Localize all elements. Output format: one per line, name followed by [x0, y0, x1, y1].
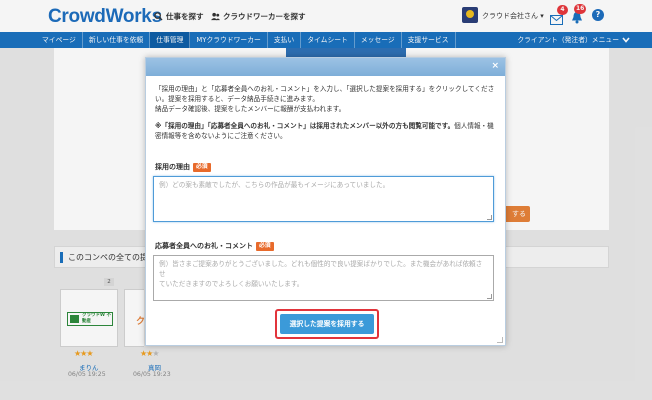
required-badge: 必須 — [193, 162, 211, 172]
adopt-proposal-button[interactable]: 選択した提案を採用する — [280, 314, 374, 334]
instruction-line: 納品データ確認後、提案をしたメンバーに報酬が支払われます。 — [155, 105, 346, 113]
resize-handle[interactable] — [487, 294, 492, 299]
thanks-label-text: 応募者全員へのお礼・コメント — [155, 242, 253, 250]
instruction-line: 「採用の理由」と「応募者全員へのお礼・コメント」を入力し、「選択した提案を採用す… — [155, 85, 495, 93]
privacy-note-text: 個人情報・機 — [454, 122, 494, 130]
thanks-placeholder: 例）皆さまご提案ありがとうございました。どれも個性的で良い提案ばかりでした。また… — [159, 260, 483, 278]
thanks-placeholder: ていただきますのでよろしくお願いいたします。 — [159, 280, 304, 288]
close-icon[interactable]: × — [491, 61, 499, 71]
instruction-line: い。提案を採用すると、データ納品手続きに進みます。 — [155, 95, 319, 103]
reason-label: 採用の理由 必須 — [155, 162, 211, 172]
privacy-note: ※「採用の理由」「応募者全員へのお礼・コメント」は採用されたメンバー以外の方も閲… — [155, 121, 497, 141]
privacy-note-line2: 密情報等を含めないようにご注意ください。 — [155, 132, 287, 140]
privacy-note-bold: ※「採用の理由」「応募者全員へのお礼・コメント」は採用されたメンバー以外の方も閲… — [155, 122, 455, 130]
thanks-textarea[interactable]: 例）皆さまご提案ありがとうございました。どれも個性的で良い提案ばかりでした。また… — [153, 255, 494, 301]
required-badge: 必須 — [256, 241, 274, 251]
resize-handle[interactable] — [487, 215, 492, 220]
dialog-resize-grip[interactable] — [497, 337, 503, 343]
thanks-label: 応募者全員へのお礼・コメント 必須 — [155, 241, 274, 251]
reason-label-text: 採用の理由 — [155, 163, 190, 171]
reason-textarea[interactable]: 例）どの案も素敵でしたが、こちらの作品が最もイメージにあっていました。 — [153, 176, 494, 222]
dialog-instructions: 「採用の理由」と「応募者全員へのお礼・コメント」を入力し、「選択した提案を採用す… — [155, 84, 497, 114]
adopt-proposal-dialog: × 「採用の理由」と「応募者全員へのお礼・コメント」を入力し、「選択した提案を採… — [145, 57, 506, 346]
dialog-titlebar: × — [146, 58, 505, 76]
reason-placeholder: 例）どの案も素敵でしたが、こちらの作品が最もイメージにあっていました。 — [159, 181, 390, 189]
